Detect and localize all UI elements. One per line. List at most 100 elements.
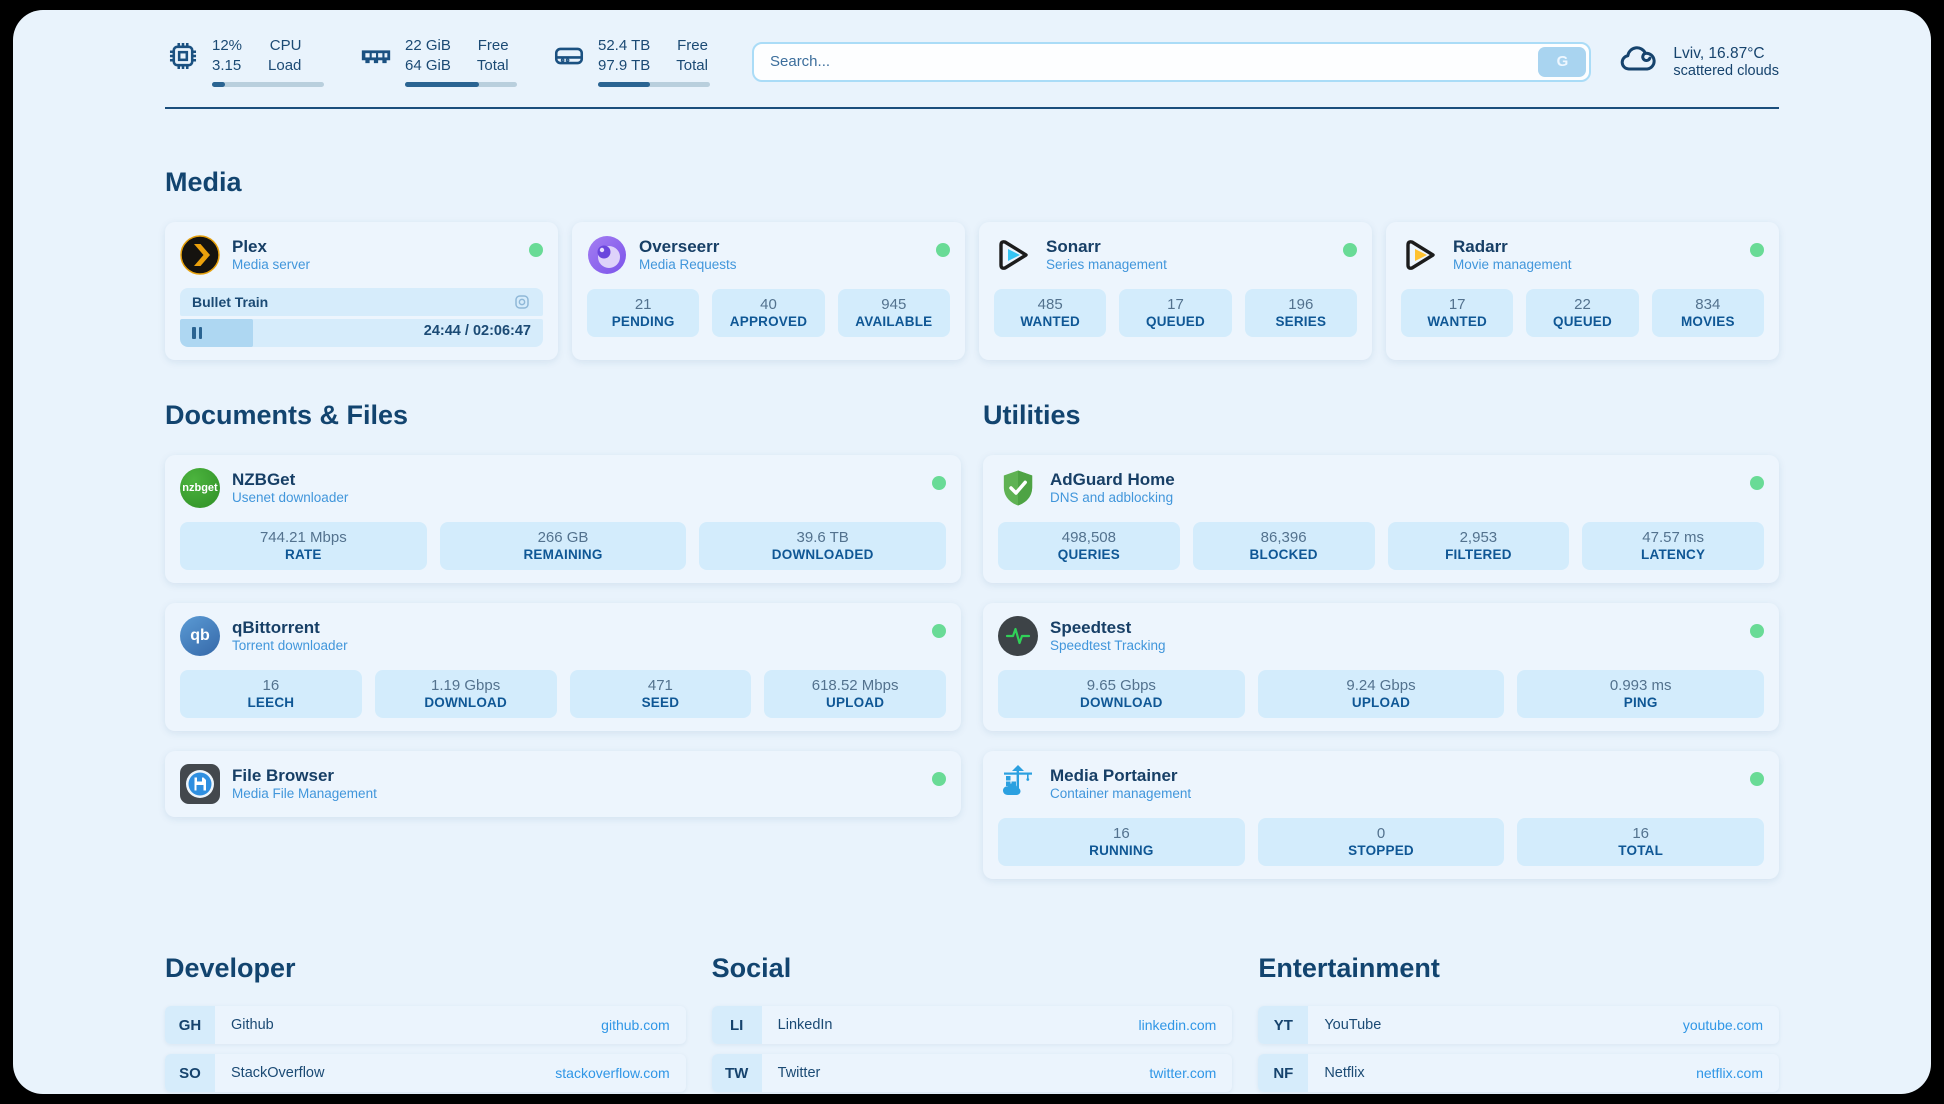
app-subtitle: Movie management: [1453, 257, 1572, 274]
documents-column: Documents & Files nzbget NZBGet Usenet d…: [165, 400, 961, 879]
app-title: Speedtest: [1050, 617, 1166, 638]
disk-label-1: Free: [676, 36, 708, 56]
app-card-portainer[interactable]: Media Portainer Container management 16 …: [983, 751, 1779, 879]
bookmark-youtube[interactable]: YT YouTube youtube.com: [1258, 1006, 1779, 1044]
stat-approved: 40 APPROVED: [712, 289, 824, 337]
app-title: Overseerr: [639, 236, 737, 257]
bookmark-url: stackoverflow.com: [555, 1065, 669, 1081]
bookmark-linkedin[interactable]: LI LinkedIn linkedin.com: [712, 1006, 1233, 1044]
bookmark-url: netflix.com: [1696, 1065, 1763, 1081]
stat-available: 945 AVAILABLE: [838, 289, 950, 337]
stat-remaining: 266 GB REMAINING: [440, 522, 687, 570]
cpu-progress-track: [212, 82, 324, 87]
plex-icon: [180, 235, 220, 275]
bookmark-name: Netflix: [1324, 1065, 1364, 1081]
stat-wanted: 485 WANTED: [994, 289, 1106, 337]
app-subtitle: DNS and adblocking: [1050, 490, 1175, 507]
status-dot: [932, 772, 946, 786]
stat-leech: 16 LEECH: [180, 670, 362, 718]
section-title-media: Media: [165, 167, 1779, 198]
header-divider: [165, 107, 1779, 109]
session-progressbar: 24:44 / 02:06:47: [180, 319, 543, 347]
stat-running: 16 RUNNING: [998, 818, 1245, 866]
app-subtitle: Media File Management: [232, 786, 377, 803]
bookmark-group-entertainment: Entertainment YT YouTube youtube.com NF …: [1258, 953, 1779, 1094]
radarr-icon: [1401, 235, 1441, 275]
app-subtitle: Media Requests: [639, 257, 737, 274]
weather-location: Lviv, 16.87°C: [1673, 45, 1779, 63]
plex-now-playing: Bullet Train 24:44 / 02:06:4: [180, 288, 543, 347]
app-card-filebrowser[interactable]: File Browser Media File Management: [165, 751, 961, 817]
qbittorrent-icon: qb: [180, 616, 220, 656]
bookmark-netflix[interactable]: NF Netflix netflix.com: [1258, 1054, 1779, 1092]
ram-label-2: Total: [477, 56, 509, 76]
app-card-plex[interactable]: Plex Media server Bullet Train: [165, 222, 558, 360]
app-title: NZBGet: [232, 469, 348, 490]
section-title-utilities: Utilities: [983, 400, 1779, 431]
ram-label-1: Free: [477, 36, 509, 56]
session-progress-fill: [180, 319, 253, 347]
stat-blocked: 86,396 BLOCKED: [1193, 522, 1375, 570]
stat-queued: 17 QUEUED: [1119, 289, 1231, 337]
utilities-column: Utilities: [983, 400, 1779, 879]
stat-filtered: 2,953 FILTERED: [1388, 522, 1570, 570]
adguard-icon: [998, 468, 1038, 508]
cpu-stat: 12% 3.15 CPU Load: [165, 36, 324, 87]
app-card-nzbget[interactable]: nzbget NZBGet Usenet downloader 744.21 M…: [165, 455, 961, 583]
disk-label-2: Total: [676, 56, 708, 76]
stat-total: 16 TOTAL: [1517, 818, 1764, 866]
status-dot: [1750, 243, 1764, 257]
status-dot: [529, 243, 543, 257]
bookmark-github[interactable]: GH Github github.com: [165, 1006, 686, 1044]
stat-latency: 47.57 ms LATENCY: [1582, 522, 1764, 570]
status-dot: [932, 476, 946, 490]
app-card-adguard[interactable]: AdGuard Home DNS and adblocking 498,508 …: [983, 455, 1779, 583]
bookmark-url: linkedin.com: [1139, 1017, 1217, 1033]
search-engine-button[interactable]: G: [1538, 47, 1586, 77]
app-title: qBittorrent: [232, 617, 348, 638]
stat-download: 1.19 Gbps DOWNLOAD: [375, 670, 557, 718]
app-card-qbittorrent[interactable]: qb qBittorrent Torrent downloader 16: [165, 603, 961, 731]
app-subtitle: Torrent downloader: [232, 638, 348, 655]
section-title-entertainment: Entertainment: [1258, 953, 1779, 984]
bookmark-twitter[interactable]: TW Twitter twitter.com: [712, 1054, 1233, 1092]
bookmark-tag: NF: [1258, 1054, 1308, 1092]
pause-icon[interactable]: [192, 327, 202, 339]
status-dot: [936, 243, 950, 257]
app-card-speedtest[interactable]: Speedtest Speedtest Tracking 9.65 Gbps D…: [983, 603, 1779, 731]
status-dot: [1750, 624, 1764, 638]
stat-queries: 498,508 QUERIES: [998, 522, 1180, 570]
bookmark-tag: SO: [165, 1054, 215, 1092]
status-dot: [1750, 476, 1764, 490]
speedtest-icon: [998, 616, 1038, 656]
app-title: Sonarr: [1046, 236, 1167, 257]
app-card-sonarr[interactable]: Sonarr Series management 485 WANTED 17 Q…: [979, 222, 1372, 360]
stat-downloaded: 39.6 TB DOWNLOADED: [699, 522, 946, 570]
ram-progress-fill: [405, 82, 479, 87]
bookmark-stackoverflow[interactable]: SO StackOverflow stackoverflow.com: [165, 1054, 686, 1092]
search-input[interactable]: [752, 42, 1591, 82]
app-card-overseerr[interactable]: Overseerr Media Requests 21 PENDING 40 A…: [572, 222, 965, 360]
app-subtitle: Usenet downloader: [232, 490, 348, 507]
stat-seed: 471 SEED: [570, 670, 752, 718]
disk-icon: [551, 38, 587, 74]
bookmark-url: github.com: [601, 1017, 669, 1033]
stat-queued: 22 QUEUED: [1526, 289, 1638, 337]
app-subtitle: Media server: [232, 257, 310, 274]
stat-upload: 9.24 Gbps UPLOAD: [1258, 670, 1505, 718]
bookmark-tag: GH: [165, 1006, 215, 1044]
ram-progress-track: [405, 82, 517, 87]
cpu-label-1: CPU: [268, 36, 301, 56]
session-icon[interactable]: [513, 293, 531, 311]
stat-ping: 0.993 ms PING: [1517, 670, 1764, 718]
section-title-developer: Developer: [165, 953, 686, 984]
sonarr-icon: [994, 235, 1034, 275]
bookmark-tag: YT: [1258, 1006, 1308, 1044]
status-dot: [1750, 772, 1764, 786]
filebrowser-icon: [180, 764, 220, 804]
cpu-progress-fill: [212, 82, 225, 87]
stat-wanted: 17 WANTED: [1401, 289, 1513, 337]
app-card-radarr[interactable]: Radarr Movie management 17 WANTED 22 QUE…: [1386, 222, 1779, 360]
bookmark-name: StackOverflow: [231, 1065, 324, 1081]
stat-rate: 744.21 Mbps RATE: [180, 522, 427, 570]
